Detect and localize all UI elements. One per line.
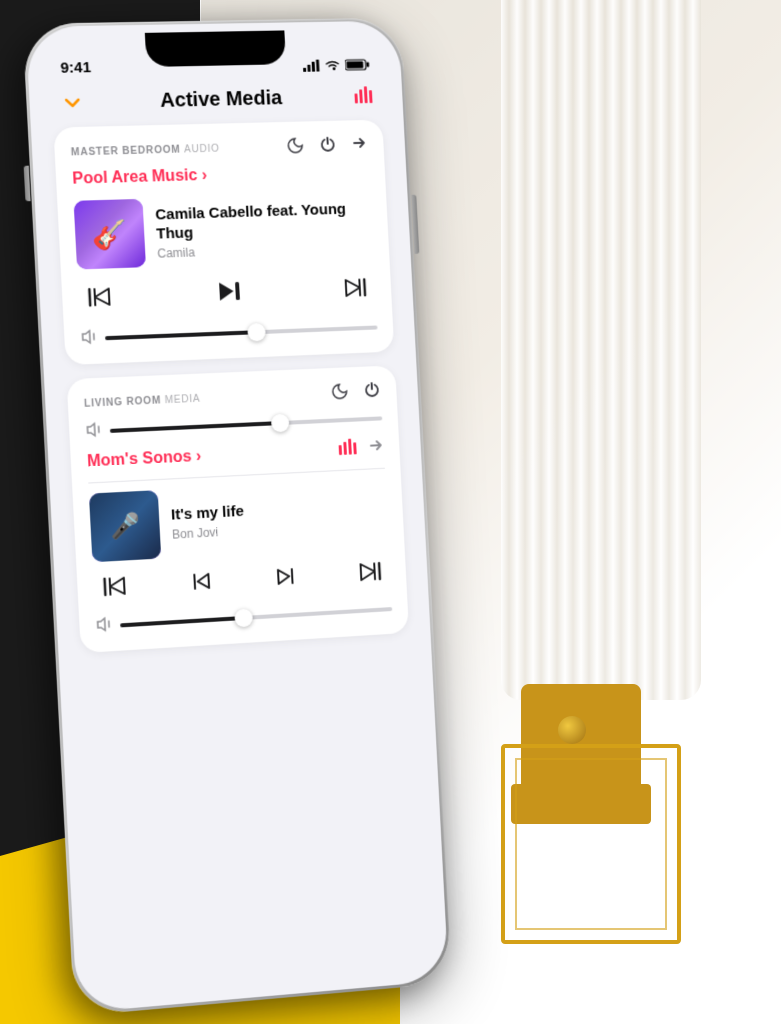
volume-off-icon-1 bbox=[80, 328, 97, 348]
notch bbox=[145, 30, 286, 67]
next-button-2[interactable] bbox=[274, 566, 297, 593]
signal-icon bbox=[303, 60, 320, 72]
track-info-2: It's my life Bon Jovi bbox=[171, 502, 246, 541]
card-top-controls-2 bbox=[331, 380, 381, 405]
curtain-decoration bbox=[501, 0, 701, 700]
phone-inner: 9:41 bbox=[26, 21, 449, 1013]
track-info-1: Camila Cabello feat. Young Thug Camila bbox=[155, 199, 374, 261]
volume-slider-1[interactable] bbox=[105, 325, 378, 340]
equalizer-icon[interactable] bbox=[353, 83, 376, 109]
moon-icon-1[interactable] bbox=[287, 135, 306, 158]
arrow-right-icon-2[interactable] bbox=[368, 437, 385, 459]
screen-content: Active Media bbox=[37, 76, 441, 1004]
volume-off-icon-2 bbox=[95, 616, 112, 636]
status-icons bbox=[303, 59, 370, 72]
play-pause-button-1[interactable] bbox=[213, 278, 245, 312]
volume-row-1 bbox=[80, 318, 378, 349]
wifi-icon bbox=[324, 59, 340, 71]
track-title-2: It's my life bbox=[171, 502, 245, 525]
player-controls-1 bbox=[78, 273, 376, 317]
skip-back-button-2[interactable] bbox=[101, 574, 129, 604]
card-header-1: MASTER BEDROOM AUDIO bbox=[70, 134, 368, 165]
volume-top-slider-2[interactable] bbox=[110, 416, 382, 433]
track-album-2: Bon Jovi bbox=[172, 524, 245, 542]
source-link-2[interactable]: Mom's Sonos › bbox=[87, 447, 202, 471]
skip-forward-button-2[interactable] bbox=[356, 560, 383, 589]
app-title: Active Media bbox=[86, 85, 354, 114]
volume-off-icon-top-2 bbox=[85, 421, 102, 441]
volume-slider-2[interactable] bbox=[120, 607, 392, 627]
power-icon-2[interactable] bbox=[363, 380, 382, 404]
card-top-controls-1 bbox=[287, 134, 369, 159]
album-art-bonjovi bbox=[89, 490, 161, 562]
master-bedroom-card: MASTER BEDROOM AUDIO bbox=[53, 120, 394, 365]
arrow-right-icon-1[interactable] bbox=[350, 134, 369, 157]
chair-ball bbox=[558, 716, 586, 744]
album-art-2 bbox=[89, 490, 161, 562]
moon-icon-2[interactable] bbox=[331, 381, 350, 405]
prev-button-2[interactable] bbox=[190, 571, 213, 598]
source-link-1[interactable]: Pool Area Music › bbox=[72, 162, 370, 188]
album-art-1 bbox=[74, 199, 146, 270]
album-art-camila bbox=[74, 199, 146, 270]
source-row-2: Mom's Sonos › bbox=[87, 437, 385, 472]
phone: 9:41 bbox=[22, 18, 451, 1017]
power-icon-1[interactable] bbox=[318, 135, 337, 158]
now-playing-1: Camila Cabello feat. Young Thug Camila bbox=[74, 192, 374, 269]
player-controls-2 bbox=[93, 560, 391, 605]
zone-label-1: MASTER BEDROOM AUDIO bbox=[71, 144, 220, 159]
eq-icon-2[interactable] bbox=[338, 438, 359, 460]
zone-label-2: LIVING ROOM MEDIA bbox=[84, 394, 201, 410]
phone-screen: 9:41 bbox=[34, 29, 440, 1005]
living-room-card: LIVING ROOM MEDIA bbox=[67, 365, 410, 653]
battery-icon bbox=[345, 59, 370, 71]
skip-back-button-1[interactable] bbox=[86, 285, 114, 314]
chevron-down-button[interactable] bbox=[57, 88, 87, 117]
chair-frame bbox=[501, 744, 681, 944]
track-title-1: Camila Cabello feat. Young Thug bbox=[155, 199, 373, 245]
status-time: 9:41 bbox=[60, 59, 91, 77]
phone-outer: 9:41 bbox=[22, 18, 451, 1017]
now-playing-2: It's my life Bon Jovi bbox=[89, 479, 389, 563]
volume-row-2 bbox=[95, 599, 392, 636]
chair-decoration bbox=[501, 684, 681, 944]
skip-forward-button-1[interactable] bbox=[342, 276, 369, 305]
